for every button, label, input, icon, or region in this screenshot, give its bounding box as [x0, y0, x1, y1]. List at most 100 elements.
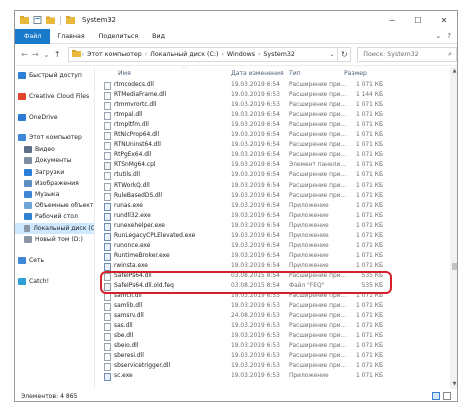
sidebar-item[interactable]: Рабочий стол: [15, 211, 94, 222]
star-icon: [18, 72, 26, 79]
up-button[interactable]: ↑: [52, 50, 63, 59]
column-size[interactable]: Размер: [344, 70, 367, 77]
sidebar-item[interactable]: Новый том (D:): [15, 234, 94, 245]
file-date: 19.03.2019 6:54: [231, 192, 280, 199]
table-row[interactable]: RunLegacyCPLElevated.exe 19.03.2019 6:54 П…: [96, 232, 450, 242]
table-row[interactable]: RTMediaFrame.dll 19.03.2019 6:53 Расширени…: [96, 91, 450, 101]
back-button[interactable]: ←: [19, 50, 30, 59]
onedrive-icon: [18, 114, 26, 121]
table-row[interactable]: sbeio.dll 19.03.2019 6:53 Расширение при..…: [96, 342, 450, 352]
dll-file-icon: [104, 112, 111, 121]
sidebar-item[interactable]: Музыка: [15, 189, 94, 200]
properties-icon[interactable]: [33, 16, 42, 24]
sidebar-item[interactable]: Изображения: [15, 178, 94, 189]
column-name[interactable]: Имя: [118, 70, 131, 77]
new-folder-icon[interactable]: [46, 16, 55, 24]
maximize-button[interactable]: ☐: [405, 11, 431, 29]
file-date: 19.03.2019 6:54: [231, 162, 280, 169]
minimize-button[interactable]: ─: [379, 11, 405, 29]
sidebar-item[interactable]: Этот компьютер: [15, 132, 94, 143]
table-row[interactable]: runonce.exe 19.03.2019 6:54 Приложение 1 07…: [96, 242, 450, 252]
close-button[interactable]: ✕: [431, 11, 457, 29]
file-type: Приложение: [289, 232, 329, 239]
file-size: 1 071 КБ: [356, 102, 383, 109]
sidebar-item[interactable]: Видео: [15, 144, 94, 155]
table-row[interactable]: runexehelper.exe 19.03.2019 6:54 Приложени…: [96, 222, 450, 232]
table-row[interactable]: rtutils.dll 19.03.2019 6:54 Расширение при…: [96, 171, 450, 181]
scroll-down-icon[interactable]: ▼: [450, 380, 457, 389]
creative-cloud-icon: [18, 93, 26, 100]
table-row[interactable]: rtmpal.dll 19.03.2019 6:54 Расширение при.…: [96, 111, 450, 121]
search-input[interactable]: Поиск: System32 ⌕: [357, 47, 457, 62]
expand-ribbon-icon[interactable]: ⌄: [435, 32, 441, 40]
forward-button[interactable]: →: [30, 50, 41, 59]
sidebar-item-label: Новый том (D:): [35, 236, 83, 243]
sidebar-item[interactable]: Catch!: [15, 276, 94, 287]
column-date[interactable]: Дата изменения: [231, 70, 284, 77]
table-row[interactable]: samsrv.dll 24.08.2019 6:53 Расширение при.…: [96, 312, 450, 322]
table-row[interactable]: RTWorkQ.dll 19.03.2019 6:54 Расширение при…: [96, 182, 450, 192]
breadcrumb-this-pc[interactable]: Этот компьютер: [87, 51, 142, 58]
table-row[interactable]: sberesi.dll 19.03.2019 6:53 Расширение при…: [96, 352, 450, 362]
address-dropdown-icon[interactable]: ⌄: [326, 51, 337, 58]
table-row[interactable]: rtmpltfm.dll 19.03.2019 6:54 Расширение пр…: [96, 121, 450, 131]
table-row[interactable]: runas.exe 19.03.2019 6:54 Приложение 1 071 …: [96, 202, 450, 212]
details-view-icon[interactable]: [432, 392, 440, 400]
sidebar-item[interactable]: Сеть: [15, 255, 94, 266]
table-row[interactable]: rtmcodecs.dll 19.03.2019 6:54 Расширение п…: [96, 81, 450, 91]
breadcrumb-local-disk[interactable]: Локальный диск (C:): [150, 51, 218, 58]
scroll-thumb[interactable]: [452, 263, 457, 270]
table-row[interactable]: RuntimeBroker.exe 19.03.2019 6:54 Приложен…: [96, 252, 450, 262]
table-row[interactable]: RtNicProp64.dll 19.03.2019 6:54 Расширение…: [96, 131, 450, 141]
tab-file[interactable]: Файл: [15, 28, 51, 44]
title-bar: System32 ─ ☐ ✕: [15, 11, 457, 29]
explorer-window: System32 ─ ☐ ✕ Файл Главная Поделиться В…: [14, 10, 458, 402]
tab-home[interactable]: Главная: [50, 29, 91, 44]
table-row[interactable]: sbe.dll 19.03.2019 6:53 Расширение при... 1…: [96, 332, 450, 342]
network-icon: [18, 257, 26, 264]
table-row[interactable]: rundll32.exe 19.03.2019 6:54 Приложение 1 0…: [96, 212, 450, 222]
sidebar-item[interactable]: Creative Cloud Files: [15, 91, 94, 102]
refresh-button[interactable]: ↻: [338, 47, 352, 62]
file-type: Расширение при...: [289, 152, 347, 159]
help-icon[interactable]: ?: [447, 32, 451, 40]
scroll-up-icon[interactable]: ▲: [450, 67, 457, 76]
recent-locations-button[interactable]: ⌄: [41, 50, 52, 59]
sidebar-item-label: Локальный диск (С: [33, 225, 95, 232]
sidebar-item[interactable]: Загрузки: [15, 167, 94, 178]
sidebar-item-label: Загрузки: [35, 169, 65, 176]
table-row[interactable]: rtmmvrortc.dll 19.03.2019 6:53 Расширение …: [96, 101, 450, 111]
breadcrumb-system32[interactable]: System32: [263, 51, 295, 58]
breadcrumb-windows[interactable]: Windows: [227, 51, 255, 58]
file-name: rtmmvrortc.dll: [114, 102, 157, 109]
dll-file-icon: [104, 82, 111, 90]
address-field[interactable]: › Этот компьютер › Локальный диск (C:) ›…: [67, 47, 339, 62]
table-row[interactable]: samlib.dll 19.03.2019 6:53 Расширение при.…: [96, 302, 450, 312]
3d-objects-icon: [24, 202, 32, 209]
tab-view[interactable]: Вид: [145, 29, 172, 44]
application-icon: [104, 262, 111, 271]
large-icons-view-icon[interactable]: [443, 392, 451, 400]
column-type[interactable]: Тип: [289, 70, 301, 77]
tab-share[interactable]: Поделиться: [92, 29, 146, 44]
folder-icon: [71, 50, 81, 59]
table-row[interactable]: RuleBasedDS.dll 19.03.2019 6:54 Расширение…: [96, 192, 450, 202]
vertical-scrollbar[interactable]: ▲ ▼: [450, 67, 457, 389]
sidebar-item-label: Быстрый доступ: [29, 72, 82, 79]
file-name: samsrv.dll: [114, 313, 144, 320]
table-row[interactable]: RTSnMg64.cpl 19.03.2019 6:54 Элемент панел…: [96, 161, 450, 171]
application-icon: [104, 222, 111, 231]
sidebar-item[interactable]: Документы: [15, 155, 94, 166]
sidebar-item[interactable]: Объемные объект: [15, 200, 94, 211]
file-size: 1 071 КБ: [356, 353, 383, 360]
sidebar-item-label: OneDrive: [29, 114, 58, 121]
table-row[interactable]: sbservicetrigger.dll 19.03.2019 6:53 Расши…: [96, 362, 450, 372]
table-row[interactable]: RtPgEx64.dll 19.03.2019 6:54 Расширение пр…: [96, 151, 450, 161]
sidebar-item[interactable]: OneDrive: [15, 112, 94, 123]
sidebar-item[interactable]: Локальный диск (С: [15, 223, 95, 234]
file-name: rtmcodecs.dll: [114, 82, 154, 88]
table-row[interactable]: RTNUninst64.dll 19.03.2019 6:54 Расширение…: [96, 141, 450, 151]
sidebar-item[interactable]: Быстрый доступ: [15, 70, 94, 81]
table-row[interactable]: sas.dll 19.03.2019 6:53 Расширение при... 1…: [96, 322, 450, 332]
table-row[interactable]: sc.exe 19.03.2019 6:53 Приложение 1 071 КБ: [96, 372, 450, 382]
